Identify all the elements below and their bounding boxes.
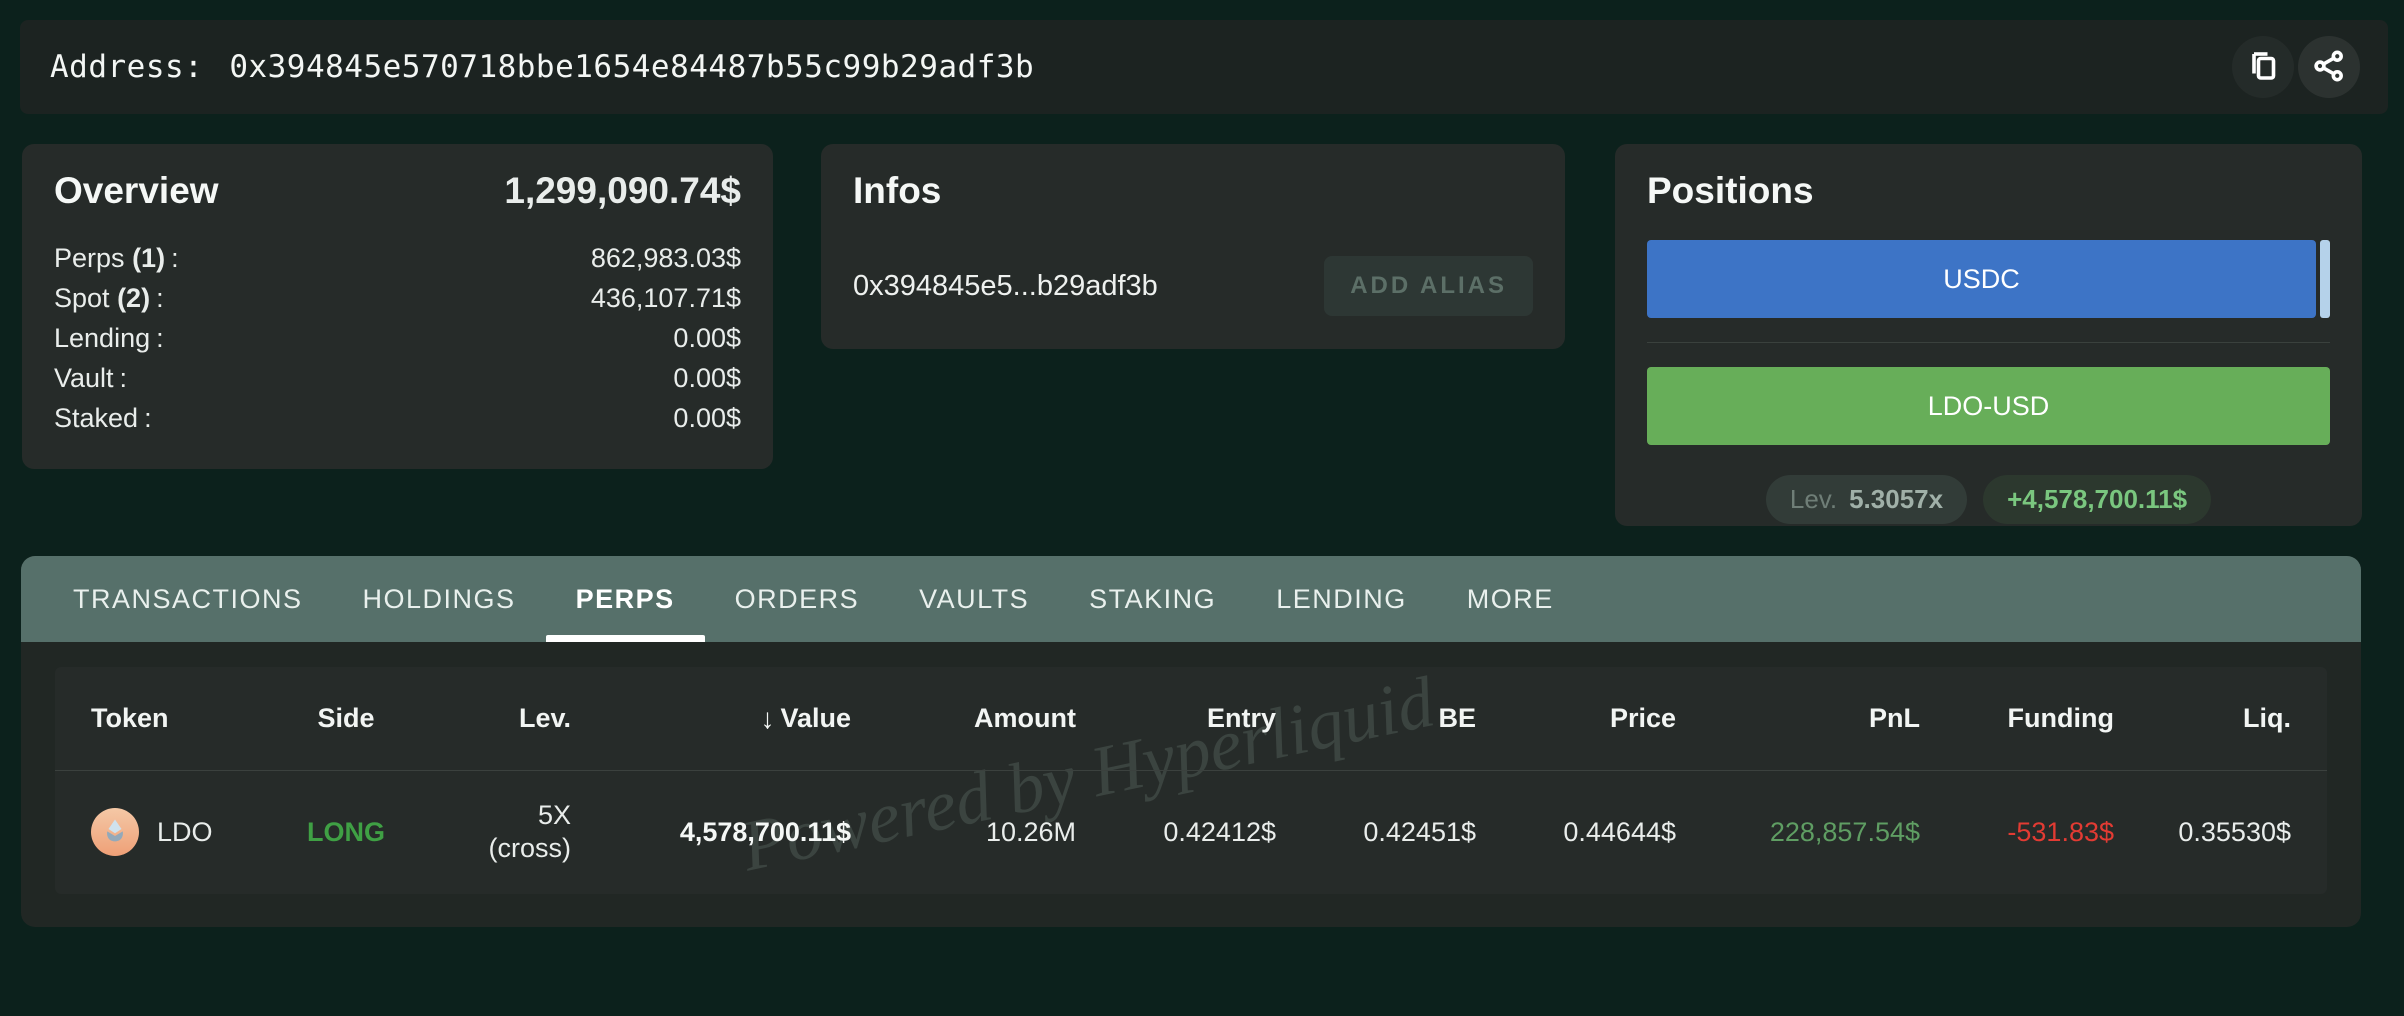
perps-table: Powered by Hyperliquid Token Side Lev. ↓… <box>55 667 2327 894</box>
infos-card: Infos 0x394845e5...b29adf3b ADD ALIAS <box>821 144 1565 349</box>
row-colon: : <box>156 283 164 313</box>
row-value: 0.00$ <box>673 318 741 358</box>
overview-total-value: 1,299,090.74$ <box>504 170 741 212</box>
position-bar-label: USDC <box>1943 264 2020 295</box>
col-liq: Liq. <box>2114 703 2291 734</box>
col-side: Side <box>271 703 421 734</box>
positions-title: Positions <box>1647 170 1814 211</box>
position-bar-usdc-sliver <box>2320 240 2330 318</box>
row-value: 0.00$ <box>673 358 741 398</box>
tab-vaults[interactable]: VAULTS <box>889 556 1059 642</box>
details-panel: TRANSACTIONS HOLDINGS PERPS ORDERS VAULT… <box>21 556 2361 927</box>
copy-address-button[interactable] <box>2232 36 2294 98</box>
token-name: LDO <box>157 817 213 848</box>
row-label: Staked <box>54 403 138 433</box>
amount-cell: 10.26M <box>851 817 1076 848</box>
copy-icon <box>2245 48 2281 87</box>
price-cell: 0.44644$ <box>1476 817 1676 848</box>
row-label: Spot <box>54 283 110 313</box>
col-token: Token <box>91 703 271 734</box>
be-cell: 0.42451$ <box>1276 817 1476 848</box>
row-label: Vault <box>54 363 114 393</box>
col-amount: Amount <box>851 703 1076 734</box>
overview-row-perps: Perps (1): 862,983.03$ <box>54 238 741 278</box>
col-price: Price <box>1476 703 1676 734</box>
position-bar-ldo-usd[interactable]: LDO-USD <box>1647 367 2330 445</box>
address-bar: Address: 0x394845e570718bbe1654e84487b55… <box>20 20 2388 114</box>
tab-transactions[interactable]: TRANSACTIONS <box>43 556 333 642</box>
tab-bar: TRANSACTIONS HOLDINGS PERPS ORDERS VAULT… <box>21 556 2361 642</box>
add-alias-button[interactable]: ADD ALIAS <box>1324 256 1533 316</box>
positions-card: Positions USDC LDO-USD Lev. 5.3057x +4,5… <box>1615 144 2362 526</box>
side-value: LONG <box>271 817 421 848</box>
tab-lending[interactable]: LENDING <box>1246 556 1437 642</box>
col-pnl: PnL <box>1676 703 1920 734</box>
overview-row-spot: Spot (2): 436,107.71$ <box>54 278 741 318</box>
infos-title: Infos <box>853 170 941 211</box>
row-count: (2) <box>117 283 150 313</box>
overview-row-lending: Lending: 0.00$ <box>54 318 741 358</box>
positions-divider <box>1647 342 2330 343</box>
entry-cell: 0.42412$ <box>1076 817 1276 848</box>
table-row[interactable]: LDO LONG 5X (cross) 4,578,700.11$ 10.26M… <box>55 771 2327 893</box>
tab-more[interactable]: MORE <box>1437 556 1584 642</box>
leverage-mode: (cross) <box>421 832 571 865</box>
overview-card: Overview 1,299,090.74$ Perps (1): 862,98… <box>22 144 773 469</box>
tab-staking[interactable]: STAKING <box>1059 556 1246 642</box>
overview-title: Overview <box>54 170 219 212</box>
tab-orders[interactable]: ORDERS <box>705 556 890 642</box>
ldo-bar-track: LDO-USD <box>1647 367 2330 445</box>
overview-list: Perps (1): 862,983.03$ Spot (2): 436,107… <box>54 238 741 438</box>
perps-table-header: Token Side Lev. ↓ Value Amount Entry BE … <box>55 667 2327 771</box>
row-label: Perps <box>54 243 125 273</box>
row-colon: : <box>120 363 128 393</box>
summary-cards-row: Overview 1,299,090.74$ Perps (1): 862,98… <box>22 144 2382 526</box>
col-funding: Funding <box>1920 703 2114 734</box>
pnl-badge: +4,578,700.11$ <box>1983 475 2211 524</box>
share-icon <box>2311 48 2347 87</box>
position-bar-usdc[interactable]: USDC <box>1647 240 2316 318</box>
row-colon: : <box>171 243 179 273</box>
sort-desc-icon: ↓ <box>760 703 774 735</box>
address-value: 0x394845e570718bbe1654e84487b55c99b29adf… <box>229 49 1034 85</box>
position-bar-label: LDO-USD <box>1928 391 2050 422</box>
share-address-button[interactable] <box>2298 36 2360 98</box>
leverage-label: Lev. <box>1790 484 1837 515</box>
row-label: Lending <box>54 323 150 353</box>
funding-cell: -531.83$ <box>1920 817 2114 848</box>
overview-row-staked: Staked: 0.00$ <box>54 398 741 438</box>
leverage-multiplier: 5X <box>421 799 571 832</box>
col-value[interactable]: ↓ Value <box>571 703 851 735</box>
leverage-pill: Lev. 5.3057x <box>1766 475 1967 524</box>
leverage-cell: 5X (cross) <box>421 799 571 865</box>
col-lev: Lev. <box>421 703 571 734</box>
row-value: 0.00$ <box>673 398 741 438</box>
row-count: (1) <box>132 243 165 273</box>
value-cell: 4,578,700.11$ <box>571 817 851 848</box>
tab-holdings[interactable]: HOLDINGS <box>333 556 546 642</box>
short-address: 0x394845e5...b29adf3b <box>853 270 1158 303</box>
token-cell: LDO <box>91 808 271 856</box>
col-entry: Entry <box>1076 703 1276 734</box>
row-colon: : <box>144 403 152 433</box>
usdc-bar-track: USDC <box>1647 240 2330 318</box>
row-colon: : <box>156 323 164 353</box>
leverage-value: 5.3057x <box>1849 484 1943 515</box>
row-value: 436,107.71$ <box>591 278 741 318</box>
overview-row-vault: Vault: 0.00$ <box>54 358 741 398</box>
col-be: BE <box>1276 703 1476 734</box>
tab-perps[interactable]: PERPS <box>546 556 705 642</box>
liq-cell: 0.35530$ <box>2114 817 2291 848</box>
row-value: 862,983.03$ <box>591 238 741 278</box>
pnl-cell: 228,857.54$ <box>1676 817 1920 848</box>
ldo-token-icon <box>91 808 139 856</box>
address-label: Address: <box>50 49 203 85</box>
